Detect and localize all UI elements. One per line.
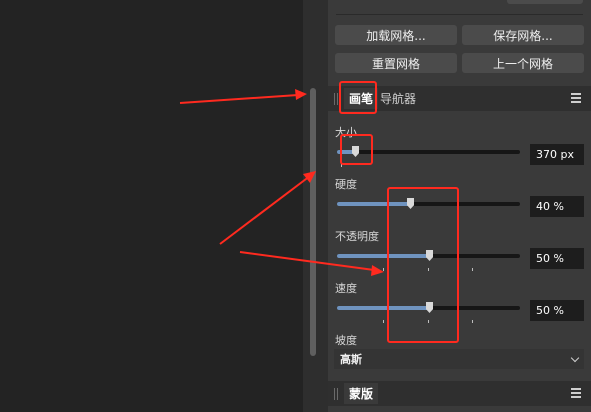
slider-tick [383, 320, 384, 323]
canvas-area[interactable] [0, 0, 303, 412]
tab-navigator[interactable]: 导航器 [380, 88, 416, 109]
falloff-label: 坡度 [335, 334, 357, 347]
falloff-selected: 高斯 [340, 353, 362, 366]
opacity-label: 不透明度 [335, 230, 379, 243]
scrollbar-thumb[interactable] [310, 88, 316, 356]
previous-grid-button[interactable]: 上一个网格 [462, 53, 584, 73]
top-divider [336, 0, 583, 15]
falloff-dropdown[interactable]: 高斯 [334, 349, 584, 369]
speed-value-field[interactable]: 50 % [530, 300, 584, 321]
save-grid-button[interactable]: 保存网格... [462, 25, 584, 45]
annotation-box-sliders [387, 187, 459, 343]
speed-label: 速度 [335, 282, 357, 295]
slider-tick [472, 268, 473, 271]
tab-mask[interactable]: 蒙版 [344, 383, 378, 404]
slider-tick [472, 320, 473, 323]
load-grid-button[interactable]: 加载网格... [335, 25, 457, 45]
hardness-label: 硬度 [335, 178, 357, 191]
partial-button[interactable] [507, 0, 583, 4]
menu-icon[interactable] [571, 388, 581, 399]
hardness-value-field[interactable]: 40 % [530, 196, 584, 217]
mask-panel-header: 蒙版 [328, 381, 591, 406]
grip-icon[interactable] [334, 388, 340, 400]
chevron-down-icon [570, 353, 580, 363]
right-panel: 加载网格... 保存网格... 重置网格 上一个网格 画笔 导航器 大小 370… [328, 0, 591, 412]
annotation-box-size-handle [340, 134, 373, 165]
annotation-box-brush-tab [339, 81, 377, 114]
slider-tick [383, 268, 384, 271]
opacity-value-field[interactable]: 50 % [530, 248, 584, 269]
reset-grid-button[interactable]: 重置网格 [335, 53, 457, 73]
size-value-field[interactable]: 370 px [530, 144, 584, 165]
menu-icon[interactable] [571, 93, 581, 104]
